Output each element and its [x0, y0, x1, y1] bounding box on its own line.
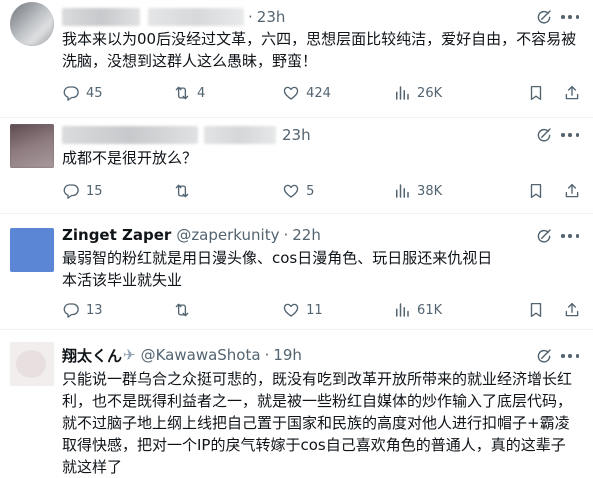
tweet-4[interactable]: 翔太くん ✈ @KawawaShota · 19h 只能说一群乌合之众挺可悲的，…	[0, 330, 593, 476]
redacted-handle	[148, 8, 244, 26]
bookmark-icon[interactable]	[527, 84, 545, 102]
avatar[interactable]	[10, 342, 54, 386]
like-count: 424	[306, 85, 331, 101]
tweet-text: 成都不是很开放么？	[62, 149, 198, 167]
tweet-actions: 45 4 424 26K	[62, 82, 581, 104]
repost-button[interactable]	[173, 301, 282, 319]
like-count: 5	[306, 183, 315, 199]
repost-icon	[173, 301, 191, 319]
reply-count: 45	[86, 85, 103, 101]
timestamp[interactable]: 19h	[273, 346, 302, 364]
heart-icon	[282, 301, 300, 319]
views-count: 38K	[417, 183, 443, 199]
display-name[interactable]: 翔太くん	[62, 345, 122, 366]
grok-icon[interactable]	[535, 347, 553, 365]
more-options-icon[interactable]	[561, 348, 579, 364]
heart-icon	[282, 182, 300, 200]
views-button[interactable]: 61K	[393, 301, 527, 319]
display-name[interactable]: Zinget Zaper	[62, 226, 171, 244]
redacted-username	[62, 8, 140, 26]
reply-count: 13	[86, 302, 103, 318]
tweet-header: 23h	[62, 124, 311, 146]
repost-button[interactable]	[173, 182, 282, 200]
like-button[interactable]: 11	[282, 301, 393, 319]
separator-dot: ·	[264, 346, 270, 364]
reply-icon	[62, 301, 80, 319]
tweet-text: 最弱智的粉红就是用日漫头像、cos日漫角色、玩日服还来仇视日本活该毕业就失业	[62, 249, 493, 289]
views-button[interactable]: 38K	[393, 182, 527, 200]
grok-icon[interactable]	[535, 126, 553, 144]
reply-icon	[62, 182, 80, 200]
tweet-3[interactable]: Zinget Zaper @zaperkunity · 22h 最弱智的粉红就是…	[0, 214, 593, 330]
grok-icon[interactable]	[535, 227, 553, 245]
redacted-username	[62, 126, 198, 144]
repost-count: 4	[196, 85, 206, 101]
reply-button[interactable]: 45	[62, 84, 173, 102]
repost-button[interactable]: 4	[173, 84, 282, 102]
tweet-1[interactable]: · 23h 我本来以为00后没经过文革，六四，思想层面比较纯洁，爱好自由，不容易…	[0, 0, 593, 118]
tweet-header: Zinget Zaper @zaperkunity · 22h	[62, 224, 321, 246]
share-icon[interactable]	[563, 182, 581, 200]
tweet-text: 只能说一群乌合之众挺可悲的，既没有吃到改革开放所带来的就业经济增长红利，也不是既…	[62, 370, 573, 476]
timestamp[interactable]: 22h	[292, 226, 321, 244]
like-button[interactable]: 5	[282, 182, 393, 200]
separator-dot: ·	[248, 8, 253, 26]
tweet-header: 翔太くん ✈ @KawawaShota · 19h	[62, 344, 302, 366]
avatar[interactable]	[10, 124, 54, 168]
user-handle[interactable]: @KawawaShota	[141, 346, 261, 364]
like-count: 11	[306, 302, 323, 318]
avatar[interactable]	[10, 2, 54, 46]
share-icon[interactable]	[563, 301, 581, 319]
like-button[interactable]: 424	[282, 84, 393, 102]
bookmark-icon[interactable]	[527, 301, 545, 319]
reply-button[interactable]: 15	[62, 182, 173, 200]
views-icon	[393, 84, 411, 102]
views-icon	[393, 301, 411, 319]
more-options-icon[interactable]	[561, 127, 579, 143]
tweet-text: 我本来以为00后没经过文革，六四，思想层面比较纯洁，爱好自由，不容易被洗脑，没想…	[62, 30, 577, 70]
tweet-actions: 15 5 38K	[62, 180, 581, 202]
reply-icon	[62, 84, 80, 102]
airplane-icon: ✈	[123, 346, 136, 364]
tweet-header: · 23h	[62, 6, 285, 28]
tweet-actions: 13 11 61K	[62, 299, 581, 321]
separator-dot: ·	[283, 226, 289, 244]
heart-icon	[282, 84, 300, 102]
repost-icon	[173, 84, 191, 102]
tweet-2[interactable]: 23h 成都不是很开放么？ 15 5 38K	[0, 118, 593, 214]
reply-button[interactable]: 13	[62, 301, 173, 319]
share-icon[interactable]	[563, 84, 581, 102]
views-count: 61K	[417, 302, 443, 318]
bookmark-icon[interactable]	[527, 182, 545, 200]
views-button[interactable]: 26K	[393, 84, 527, 102]
timestamp[interactable]: 23h	[282, 126, 311, 144]
more-options-icon[interactable]	[561, 228, 579, 244]
more-options-icon[interactable]	[561, 9, 579, 25]
views-count: 26K	[417, 85, 443, 101]
timestamp[interactable]: 23h	[257, 8, 286, 26]
grok-icon[interactable]	[535, 8, 553, 26]
repost-icon	[173, 182, 191, 200]
views-icon	[393, 182, 411, 200]
redacted-handle	[204, 126, 276, 144]
avatar[interactable]	[10, 228, 54, 272]
reply-count: 15	[86, 183, 103, 199]
user-handle[interactable]: @zaperkunity	[176, 226, 279, 244]
